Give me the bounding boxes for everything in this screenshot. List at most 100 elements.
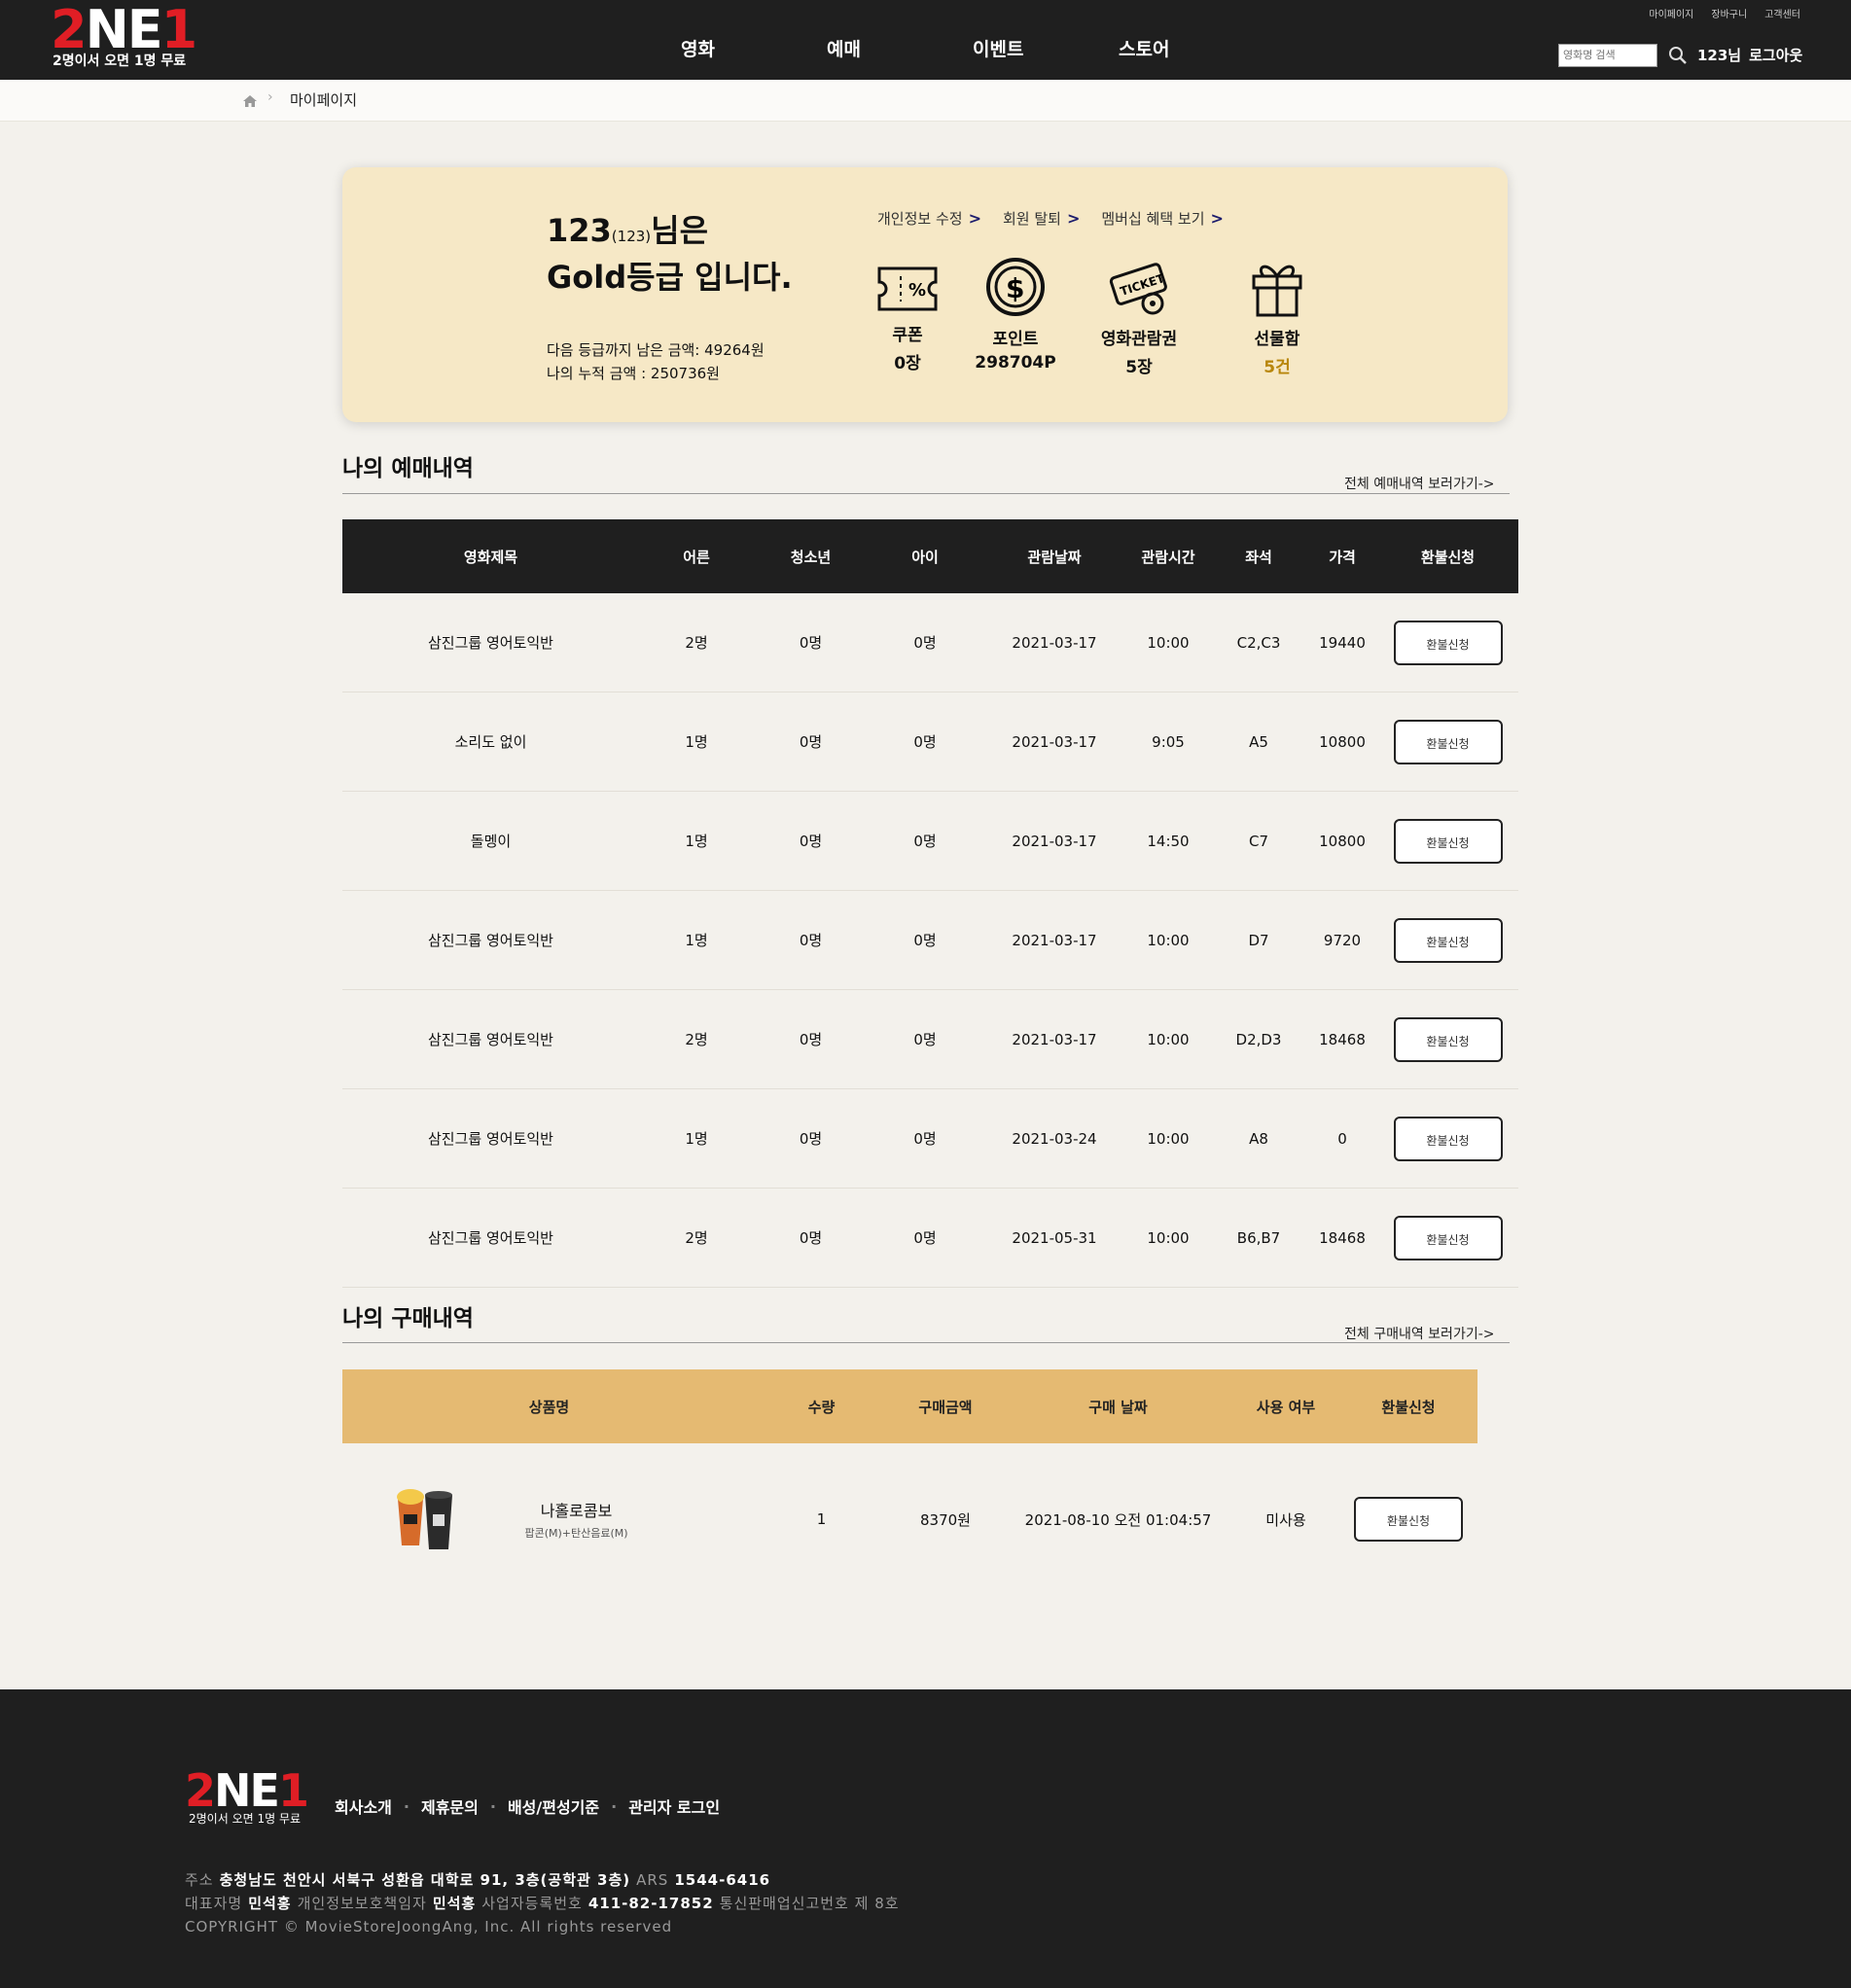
nav-store[interactable]: 스토어 bbox=[1119, 35, 1264, 61]
user-name: 123님 bbox=[1697, 47, 1742, 64]
refund-cell: 환불신청 bbox=[1377, 890, 1518, 990]
footer-link-about[interactable]: 회사소개 bbox=[335, 1794, 392, 1818]
col-time: 관람시간 bbox=[1126, 519, 1210, 593]
col-used: 사용 여부 bbox=[1232, 1369, 1339, 1443]
reservation-row: 삼진그룹 영어토익반 2명 0명 0명 2021-03-17 10:00 C2,C3 1944… bbox=[342, 593, 1518, 692]
row-seat: D2,D3 bbox=[1210, 989, 1307, 1089]
row-child: 0명 bbox=[868, 1188, 982, 1288]
util-support[interactable]: 고객센터 bbox=[1764, 6, 1800, 20]
row-date: 2021-03-17 bbox=[982, 989, 1126, 1089]
coupon-icon: % bbox=[877, 266, 938, 311]
purchases-title: 나의 구매내역 bbox=[342, 1306, 474, 1331]
col-title: 영화제목 bbox=[342, 519, 639, 593]
row-date: 2021-03-17 bbox=[982, 791, 1126, 891]
purchase-amount: 8370원 bbox=[920, 1510, 971, 1529]
refund-button[interactable]: 환불신청 bbox=[1393, 719, 1503, 764]
row-adult: 1명 bbox=[639, 692, 754, 792]
col-qty: 수량 bbox=[756, 1369, 887, 1443]
col-purchase-date: 구매 날짜 bbox=[1004, 1369, 1232, 1443]
refund-button[interactable]: 환불신청 bbox=[1393, 1116, 1503, 1161]
row-child: 0명 bbox=[868, 692, 982, 792]
row-price: 18468 bbox=[1307, 989, 1377, 1089]
row-title: 삼진그룹 영어토익반 bbox=[342, 890, 639, 990]
site-footer: 2NE1 2명이서 오면 1명 무료 회사소개 · 제휴문의 · 배성/편성기준 · … bbox=[0, 1689, 1851, 1988]
row-adult: 1명 bbox=[639, 1088, 754, 1189]
row-price: 18468 bbox=[1307, 1188, 1377, 1288]
all-reservations-link[interactable]: 전체 예매내역 보러가기-> bbox=[1344, 474, 1494, 493]
col-amount: 구매금액 bbox=[887, 1369, 1004, 1443]
row-adult: 1명 bbox=[639, 890, 754, 990]
row-title: 삼진그룹 영어토익반 bbox=[342, 1088, 639, 1189]
footer-links: 회사소개 · 제휴문의 · 배성/편성기준 · 관리자 로그인 bbox=[335, 1794, 720, 1818]
row-title: 삼진그룹 영어토익반 bbox=[342, 593, 639, 692]
total-amount: 나의 누적 금액 : 250736원 bbox=[547, 365, 720, 382]
purchases-header-row: 상품명 수량 구매금액 구매 날짜 사용 여부 환불신청 bbox=[342, 1369, 1477, 1443]
row-time: 10:00 bbox=[1126, 1188, 1210, 1288]
refund-cell: 환불신청 bbox=[1377, 692, 1518, 792]
row-price: 19440 bbox=[1307, 593, 1377, 692]
home-icon[interactable] bbox=[243, 95, 257, 107]
row-seat: A8 bbox=[1210, 1088, 1307, 1189]
chevron-right-icon: > bbox=[1066, 209, 1081, 228]
row-adult: 2명 bbox=[639, 593, 754, 692]
refund-button[interactable]: 환불신청 bbox=[1393, 620, 1503, 665]
refund-cell: 환불신청 bbox=[1377, 1188, 1518, 1288]
row-youth: 0명 bbox=[754, 593, 868, 692]
util-cart[interactable]: 장바구니 bbox=[1711, 6, 1747, 20]
benefit-ticket[interactable]: TICKET 영화관람권 5장 bbox=[1076, 263, 1202, 377]
refund-cell: 환불신청 bbox=[1377, 989, 1518, 1089]
chevron-right-icon: > bbox=[968, 209, 981, 228]
footer-logo-text: 2NE1 bbox=[185, 1764, 309, 1817]
footer-link-partnership[interactable]: 제휴문의 bbox=[421, 1794, 479, 1818]
col-product: 상품명 bbox=[342, 1369, 756, 1443]
row-title: 돌멩이 bbox=[342, 791, 639, 891]
row-price: 10800 bbox=[1307, 692, 1377, 792]
nav-booking[interactable]: 예매 bbox=[827, 35, 973, 61]
footer-copyright: COPYRIGHT © MovieStoreJoongAng, Inc. All… bbox=[185, 1918, 673, 1935]
reservation-row: 삼진그룹 영어토익반 1명 0명 0명 2021-03-24 10:00 A8 0 환불신청 bbox=[342, 1088, 1518, 1189]
edit-profile-link[interactable]: 개인정보 수정 > bbox=[877, 208, 981, 229]
reservation-row: 삼진그룹 영어토익반 2명 0명 0명 2021-05-31 10:00 B6,B7 1846… bbox=[342, 1188, 1518, 1288]
withdraw-link[interactable]: 회원 탈퇴 > bbox=[1003, 208, 1080, 229]
refund-button[interactable]: 환불신청 bbox=[1393, 1215, 1503, 1260]
row-child: 0명 bbox=[868, 1088, 982, 1189]
footer-logo[interactable]: 2NE1 2명이서 오면 1명 무료 bbox=[185, 1767, 311, 1828]
nav-event[interactable]: 이벤트 bbox=[973, 35, 1119, 61]
refund-button[interactable]: 환불신청 bbox=[1393, 1016, 1503, 1062]
purchase-status: 미사용 bbox=[1265, 1510, 1306, 1529]
row-time: 9:05 bbox=[1126, 692, 1210, 792]
movie-search-input[interactable] bbox=[1558, 44, 1657, 67]
benefit-gift[interactable]: 선물함 5건 bbox=[1214, 265, 1340, 377]
refund-cell: 환불신청 bbox=[1377, 791, 1518, 891]
footer-link-admin-login[interactable]: 관리자 로그인 bbox=[628, 1794, 720, 1818]
col-date: 관람날짜 bbox=[982, 519, 1126, 593]
product-name: 나홀로콤보 bbox=[540, 1502, 613, 1520]
member-id: (123) bbox=[611, 228, 652, 245]
benefit-point[interactable]: $ 포인트 298704P bbox=[952, 258, 1079, 373]
nav-movie[interactable]: 영화 bbox=[681, 35, 827, 61]
purchases-table: 상품명 수량 구매금액 구매 날짜 사용 여부 환불신청 나홀로콤보 팝콘(M)… bbox=[342, 1369, 1477, 1595]
refund-button[interactable]: 환불신청 bbox=[1393, 917, 1503, 963]
row-time: 10:00 bbox=[1126, 1088, 1210, 1189]
footer-link-criteria[interactable]: 배성/편성기준 bbox=[508, 1794, 599, 1818]
purchase-row: 나홀로콤보 팝콘(M)+탄산음료(M) 1 8370원 2021-08-10 오… bbox=[342, 1443, 1477, 1595]
col-seat: 좌석 bbox=[1210, 519, 1307, 593]
search-icon[interactable] bbox=[1668, 46, 1688, 65]
row-time: 14:50 bbox=[1126, 791, 1210, 891]
refund-button[interactable]: 환불신청 bbox=[1393, 818, 1503, 864]
purchase-refund-button[interactable]: 환불신청 bbox=[1354, 1497, 1463, 1542]
util-mypage[interactable]: 마이페이지 bbox=[1649, 6, 1693, 20]
row-adult: 2명 bbox=[639, 989, 754, 1089]
row-child: 0명 bbox=[868, 890, 982, 990]
row-seat: D7 bbox=[1210, 890, 1307, 990]
refund-cell: 환불신청 bbox=[1377, 593, 1518, 692]
all-purchases-link[interactable]: 전체 구매내역 보러가기-> bbox=[1344, 1324, 1494, 1343]
logout-link[interactable]: 로그아웃 bbox=[1749, 47, 1802, 64]
row-adult: 1명 bbox=[639, 791, 754, 891]
row-youth: 0명 bbox=[754, 989, 868, 1089]
membership-benefits-link[interactable]: 멤버십 혜택 보기 > bbox=[1101, 208, 1224, 229]
site-logo[interactable]: 2NE1 2명이서 오면 1명 무료 bbox=[51, 2, 197, 74]
row-title: 삼진그룹 영어토익반 bbox=[342, 1188, 639, 1288]
logo-tagline: 2명이서 오면 1명 무료 bbox=[53, 53, 187, 69]
member-grade: Gold등급 입니다. bbox=[547, 259, 793, 296]
